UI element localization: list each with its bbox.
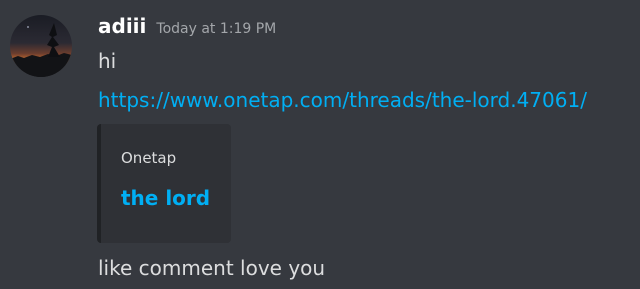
avatar-image [10, 15, 72, 77]
message-link[interactable]: https://www.onetap.com/threads/the-lord.… [98, 88, 587, 112]
chat-message: adiii Today at 1:19 PM hi https://www.on… [0, 0, 640, 289]
embed-title-link[interactable]: the lord [121, 186, 210, 210]
message-text-greeting: hi [98, 49, 117, 73]
message-text-closing: like comment love you [98, 256, 326, 280]
timestamp[interactable]: Today at 1:19 PM [156, 21, 276, 37]
link-embed: Onetap the lord [97, 124, 231, 243]
user-avatar[interactable] [10, 15, 72, 77]
username[interactable]: adiii [98, 14, 146, 38]
embed-provider: Onetap [121, 149, 177, 167]
message-header: adiii Today at 1:19 PM [98, 14, 276, 44]
